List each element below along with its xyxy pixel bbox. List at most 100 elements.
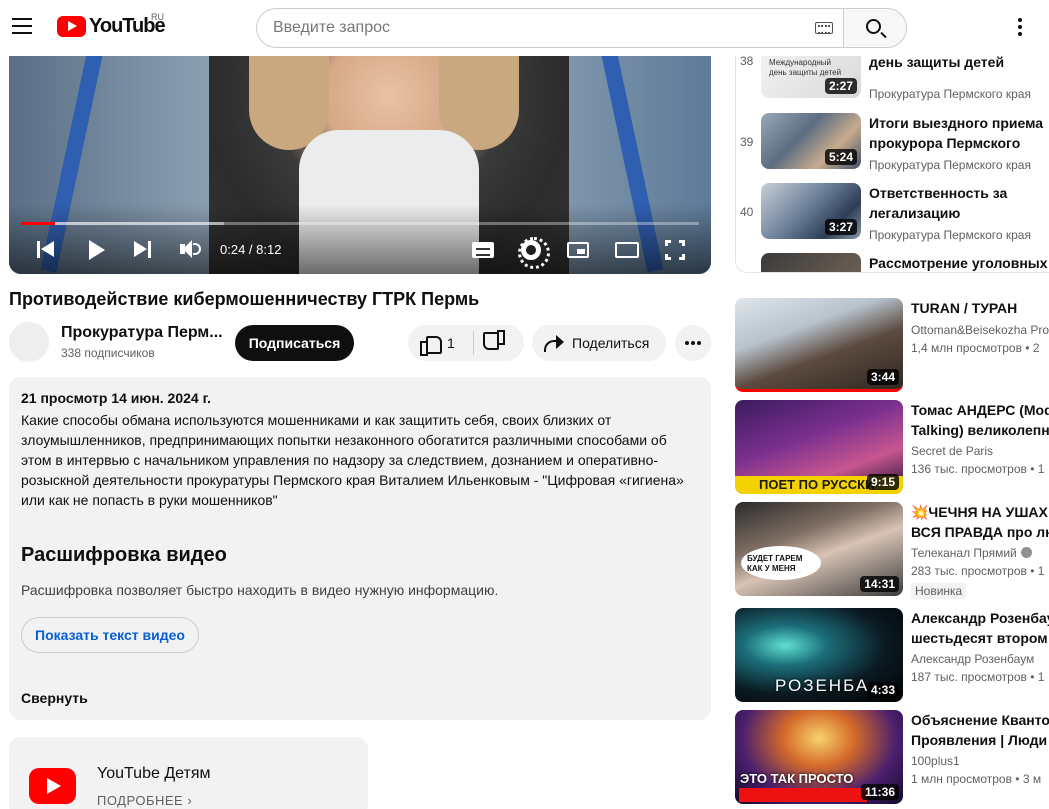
video-thumbnail: 3:44	[735, 298, 903, 392]
progress-played	[21, 222, 55, 225]
duration-badge: 2:27	[824, 78, 857, 94]
playlist-index: 38	[740, 54, 754, 68]
title-line: Томас АНДЕРС (Mode	[911, 402, 1049, 418]
view-count: 283 тыс. просмотров • 1	[911, 564, 1045, 578]
duration-badge: 11:36	[860, 784, 899, 800]
title-line: Александр Розенбау	[911, 610, 1049, 626]
more-dot	[691, 341, 695, 345]
video-thumbnail: ЭТО ТАК ПРОСТО 11:36	[735, 710, 903, 804]
playlist-item-title: Ответственность за легализацию (отмывани…	[869, 185, 1008, 221]
more-actions-button[interactable]	[675, 325, 711, 361]
previous-icon[interactable]	[37, 238, 55, 262]
keyboard-icon[interactable]	[815, 22, 833, 34]
thumb-caption: ПОЕТ ПО РУССКИ	[759, 477, 875, 492]
channel-name[interactable]: 100plus1	[911, 754, 960, 768]
title-line: шестьдесят втором г	[911, 630, 1049, 646]
youtube-logo[interactable]: YouTube	[57, 15, 166, 38]
volume-icon[interactable]	[180, 238, 202, 262]
view-count: 1,4 млн просмотров • 2	[911, 341, 1040, 355]
thumbs-down-icon[interactable]	[485, 334, 505, 352]
channel-name[interactable]: Телеканал Прямий	[911, 546, 1032, 560]
share-label: Поделиться	[572, 335, 650, 351]
subtitles-icon[interactable]	[472, 242, 494, 258]
playlist-item[interactable]: 39 5:24 Итоги выездного приема прокурора…	[736, 113, 1049, 183]
channel-name[interactable]: Прокуратура Перм...	[61, 324, 223, 342]
share-button[interactable]: Поделиться	[532, 325, 666, 361]
playlist-thumbnail: 5:24	[761, 113, 861, 169]
playlist-item-channel: Прокуратура Пермского края	[869, 228, 1031, 242]
search-icon-handle	[880, 31, 887, 39]
recommended-video[interactable]: РОЗЕНБА 4:33 Александр Розенбау шестьдес…	[735, 608, 1049, 704]
title-line: TURAN / ТУРАН	[911, 300, 1018, 316]
channel-name[interactable]: Ottoman&Beisekozha Pro	[911, 323, 1049, 337]
recommended-video[interactable]: 3:44 TURAN / ТУРАН Ottoman&Beisekozha Pr…	[735, 298, 1049, 394]
transcript-description: Расшифровка позволяет быстро находить в …	[21, 582, 499, 598]
more-vertical-icon[interactable]	[1018, 18, 1022, 36]
recommended-video[interactable]: БУДЕТ ГАРЕМ КАК У МЕНЯ 14:31 💥ЧЕЧНЯ НА У…	[735, 502, 1049, 599]
transcript-heading: Расшифровка видео	[21, 544, 227, 566]
title-line: ВСЯ ПРАВДА про лю	[911, 524, 1049, 540]
show-transcript-button[interactable]: Показать текст видео	[21, 617, 199, 653]
playlist-item-title: Итоги выездного приема прокурора Пермско…	[869, 115, 1044, 151]
video-title: Объяснение Квантов Проявления | Люди Н	[911, 710, 1049, 750]
video-title: Противодействие кибермошенничеству ГТРК …	[9, 289, 480, 309]
verified-icon	[1020, 547, 1032, 558]
playlist-thumbnail: 3:27	[761, 183, 861, 239]
share-icon	[544, 335, 564, 352]
search-input[interactable]	[273, 9, 793, 47]
video-thumbnail: ПОЕТ ПО РУССКИ 9:15	[735, 400, 903, 494]
progress-bar[interactable]	[21, 222, 699, 225]
youtube-kids-logo-icon	[29, 768, 76, 804]
kids-more-label: ПОДРОБНЕЕ	[97, 793, 184, 808]
channel-name-text: Телеканал Прямий	[911, 546, 1017, 560]
video-title: Александр Розенбау шестьдесят втором г	[911, 608, 1049, 648]
duration-badge: 14:31	[860, 576, 899, 592]
playlist-index: 40	[740, 205, 754, 219]
more-dot	[685, 341, 689, 345]
playlist-item-channel: Прокуратура Пермского края	[869, 158, 1031, 172]
title-line: Объяснение Квантов	[911, 712, 1049, 728]
view-count-date: 21 просмотр 14 июн. 2024 г.	[21, 390, 211, 406]
search-button[interactable]	[843, 8, 907, 48]
hamburger-menu-icon[interactable]	[12, 18, 32, 34]
duration-badge: 5:24	[824, 149, 857, 165]
recommended-video[interactable]: ЭТО ТАК ПРОСТО 11:36 Объяснение Квантов …	[735, 710, 1049, 806]
channel-avatar[interactable]	[9, 322, 49, 362]
theater-mode-icon[interactable]	[615, 242, 639, 258]
like-dislike-group: 1	[408, 325, 524, 361]
subscribe-button[interactable]: Подписаться	[235, 325, 354, 361]
fullscreen-icon[interactable]	[665, 240, 685, 260]
new-badge: Новинка	[911, 583, 967, 599]
channel-name[interactable]: Александр Розенбаум	[911, 652, 1034, 666]
like-divider	[473, 331, 474, 355]
title-line: 💥ЧЕЧНЯ НА УШАХ!	[911, 504, 1049, 520]
thumbs-up-icon[interactable]	[420, 334, 442, 356]
subscriber-count: 338 подписчиков	[61, 346, 155, 360]
like-count[interactable]: 1	[447, 335, 455, 351]
playlist-item[interactable]: Рассмотрение уголовных дел	[736, 253, 1049, 272]
video-title: 💥ЧЕЧНЯ НА УШАХ! ВСЯ ПРАВДА про лю	[911, 502, 1049, 542]
duration-badge: 4:33	[866, 682, 899, 698]
top-bar: YouTube RU	[0, 0, 1049, 56]
description-box[interactable]: 21 просмотр 14 июн. 2024 г. Какие способ…	[9, 377, 711, 720]
playlist-item-title: Рассмотрение уголовных дел	[869, 255, 1048, 271]
duration-badge: 3:44	[866, 369, 899, 385]
next-icon[interactable]	[134, 238, 152, 262]
youtube-kids-promo[interactable]: YouTube Детям ПОДРОБНЕЕ ›	[9, 737, 368, 809]
playlist-index: 39	[740, 135, 754, 149]
channel-name[interactable]: Secret de Paris	[911, 444, 993, 458]
collapse-description-link[interactable]: Свернуть	[21, 690, 88, 706]
youtube-play-icon	[57, 16, 86, 37]
time-display: 0:24 / 8:12	[220, 242, 282, 257]
recommended-video[interactable]: ПОЕТ ПО РУССКИ 9:15 Томас АНДЕРС (Mode T…	[735, 400, 1049, 496]
view-count: 187 тыс. просмотров • 1	[911, 670, 1045, 684]
kids-more-link[interactable]: ПОДРОБНЕЕ ›	[97, 793, 192, 808]
video-thumbnail: БУДЕТ ГАРЕМ КАК У МЕНЯ 14:31	[735, 502, 903, 596]
duration-badge: 3:27	[824, 219, 857, 235]
video-thumbnail: РОЗЕНБА 4:33	[735, 608, 903, 702]
play-icon[interactable]	[89, 238, 107, 262]
playlist-item[interactable]: 40 3:27 Ответственность за легализацию (…	[736, 183, 1049, 253]
miniplayer-icon[interactable]	[567, 242, 589, 258]
settings-gear-icon[interactable]	[518, 237, 550, 269]
duration-badge: 9:15	[866, 474, 899, 490]
